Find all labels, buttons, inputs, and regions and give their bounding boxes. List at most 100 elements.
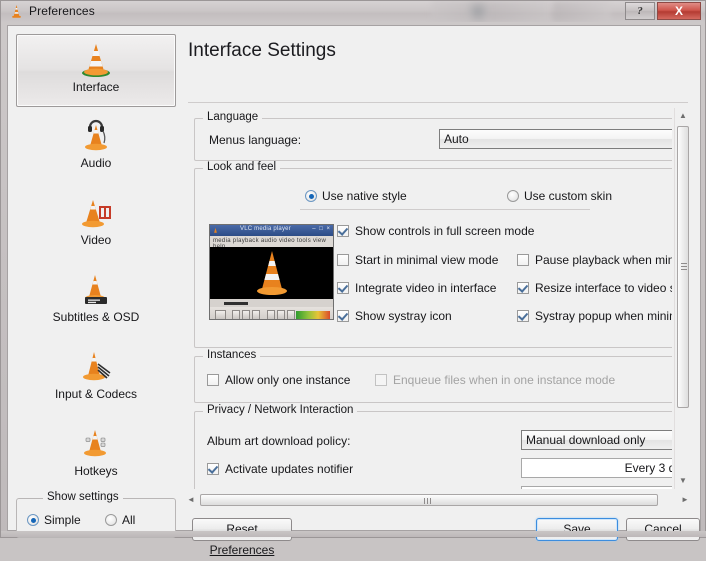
main-panel: Interface Settings Language Menus langua…	[184, 34, 692, 489]
sidebar-item-audio[interactable]: Audio	[16, 111, 176, 184]
preview-seek-progress	[224, 302, 248, 305]
vlc-cone-icon	[214, 227, 217, 233]
category-sidebar: Interface Audio Video Subtitles & OSD In…	[16, 34, 176, 489]
show-settings-simple-radio[interactable]: Simple	[27, 513, 81, 527]
enqueue-files-checkbox: Enqueue files when in one instance mode	[375, 373, 615, 387]
vlc-cone-headphones-icon	[85, 119, 107, 151]
systray-popup-label: Systray popup when minimized	[535, 309, 672, 323]
titlebar-blur-region	[431, 1, 551, 22]
sidebar-item-label: Hotkeys	[74, 464, 118, 478]
allow-one-instance-checkbox[interactable]: Allow only one instance	[207, 373, 350, 387]
checkbox-icon	[337, 310, 349, 322]
enqueue-files-label: Enqueue files when in one instance mode	[393, 373, 616, 387]
vlc-cone-icon	[82, 44, 110, 77]
window-title: Preferences	[29, 4, 95, 18]
vertical-scrollbar[interactable]: ▲ ▼	[674, 108, 690, 489]
sidebar-item-subtitles-osd[interactable]: Subtitles & OSD	[16, 265, 176, 338]
scroll-down-arrow-icon[interactable]: ▼	[675, 473, 691, 489]
preview-fullscreen-button	[267, 310, 275, 319]
show-settings-simple-label: Simple	[44, 513, 81, 527]
vlc-cone-subtitles-icon	[85, 275, 107, 304]
preview-video-area	[210, 247, 333, 299]
show-controls-fullscreen-checkbox[interactable]: Show controls in full screen mode	[337, 224, 534, 238]
show-systray-icon-label: Show systray icon	[355, 309, 452, 323]
vlc-cone-hotkeys-icon	[84, 430, 106, 457]
pause-when-minimized-label: Pause playback when minimized	[535, 253, 672, 267]
checkbox-icon	[517, 282, 529, 294]
menus-language-combobox[interactable]: Auto	[439, 129, 672, 149]
title-bar[interactable]: Preferences ? X	[1, 1, 705, 22]
scrollbar-grip-icon	[424, 498, 432, 504]
preview-window-buttons: – □ ×	[312, 226, 331, 232]
preview-extended-button	[277, 310, 285, 319]
allow-one-instance-label: Allow only one instance	[225, 373, 351, 387]
preview-next-button	[252, 310, 260, 319]
preview-controlbar	[210, 307, 333, 319]
preview-seekbar	[210, 299, 333, 307]
integrate-video-checkbox[interactable]: Integrate video in interface	[337, 281, 496, 295]
reset-preferences-label: Reset Preferences	[209, 522, 275, 557]
vlc-cone-icon	[12, 4, 21, 18]
horizontal-scrollbar[interactable]: ◄ ►	[184, 492, 692, 508]
checkbox-icon	[337, 225, 349, 237]
radio-icon	[305, 190, 317, 202]
album-art-policy-combobox[interactable]: Manual download only	[521, 430, 672, 450]
preview-play-button	[215, 310, 226, 319]
preview-prev-button	[232, 310, 240, 319]
radio-icon	[27, 514, 39, 526]
close-button[interactable]: X	[657, 2, 701, 20]
start-minimal-view-label: Start in minimal view mode	[355, 253, 499, 267]
filter-field[interactable]	[521, 486, 672, 489]
show-settings-all-label: All	[122, 513, 136, 527]
checkbox-icon	[337, 282, 349, 294]
updates-notifier-label: Activate updates notifier	[225, 462, 354, 476]
preview-window-title: VLC media player	[240, 226, 291, 232]
settings-scroll-viewport: Language Menus language: Auto Look and f…	[188, 108, 672, 489]
look-and-feel-group: Look and feel Use native style Use custo…	[194, 161, 672, 348]
updates-notifier-checkbox[interactable]: Activate updates notifier	[207, 462, 353, 476]
sidebar-item-video[interactable]: Video	[16, 188, 176, 261]
scroll-left-arrow-icon[interactable]: ◄	[184, 492, 198, 508]
sidebar-item-input-codecs[interactable]: Input & Codecs	[16, 342, 176, 415]
show-systray-icon-checkbox[interactable]: Show systray icon	[337, 309, 452, 323]
page-title: Interface Settings	[188, 40, 336, 61]
titlebar-blur-region-2	[553, 1, 611, 22]
title-divider	[188, 102, 688, 103]
resize-interface-checkbox[interactable]: Resize interface to video size	[517, 281, 672, 295]
scroll-right-arrow-icon[interactable]: ►	[678, 492, 692, 508]
horizontal-scrollbar-thumb[interactable]	[200, 494, 658, 506]
help-button[interactable]: ?	[625, 2, 655, 20]
preview-playlist-button	[287, 310, 295, 319]
updates-interval-field[interactable]: Every 3 days	[521, 458, 672, 478]
start-minimal-view-checkbox[interactable]: Start in minimal view mode	[337, 253, 498, 267]
checkbox-icon	[207, 374, 219, 386]
preview-stop-button	[242, 310, 250, 319]
pause-when-minimized-checkbox[interactable]: Pause playback when minimized	[517, 253, 672, 267]
vlc-cone-input-icon	[83, 352, 111, 381]
titlebar-blur-region-3	[467, 1, 489, 22]
use-custom-skin-radio[interactable]: Use custom skin	[507, 189, 612, 203]
vlc-cone-glasses-icon	[82, 200, 111, 228]
show-settings-legend: Show settings	[43, 491, 123, 503]
sidebar-item-interface[interactable]: Interface	[16, 34, 176, 107]
dialog-body: Interface Audio Video Subtitles & OSD In…	[7, 25, 701, 557]
systray-popup-checkbox[interactable]: Systray popup when minimized	[517, 309, 672, 323]
checkbox-icon	[517, 254, 529, 266]
show-settings-all-radio[interactable]: All	[105, 513, 135, 527]
sidebar-item-label: Input & Codecs	[54, 387, 138, 401]
album-art-policy-label: Album art download policy:	[207, 434, 351, 448]
radio-icon	[105, 514, 117, 526]
use-native-style-radio[interactable]: Use native style	[305, 189, 407, 203]
privacy-network-group: Privacy / Network Interaction Album art …	[194, 404, 672, 489]
checkbox-icon	[375, 374, 387, 386]
instances-group: Instances Allow only one instance Enqueu…	[194, 349, 672, 403]
sidebar-item-hotkeys[interactable]: Hotkeys	[16, 419, 176, 492]
show-controls-fullscreen-label: Show controls in full screen mode	[355, 224, 535, 238]
look-and-feel-legend: Look and feel	[203, 161, 281, 173]
scroll-up-arrow-icon[interactable]: ▲	[675, 108, 691, 124]
preview-volume-slider	[296, 311, 330, 319]
use-custom-skin-label: Use custom skin	[524, 189, 613, 203]
vertical-scrollbar-thumb[interactable]	[677, 126, 689, 408]
preview-menubar: media playback audio video tools view he…	[210, 236, 333, 250]
sidebar-item-label: Audio	[80, 156, 112, 170]
